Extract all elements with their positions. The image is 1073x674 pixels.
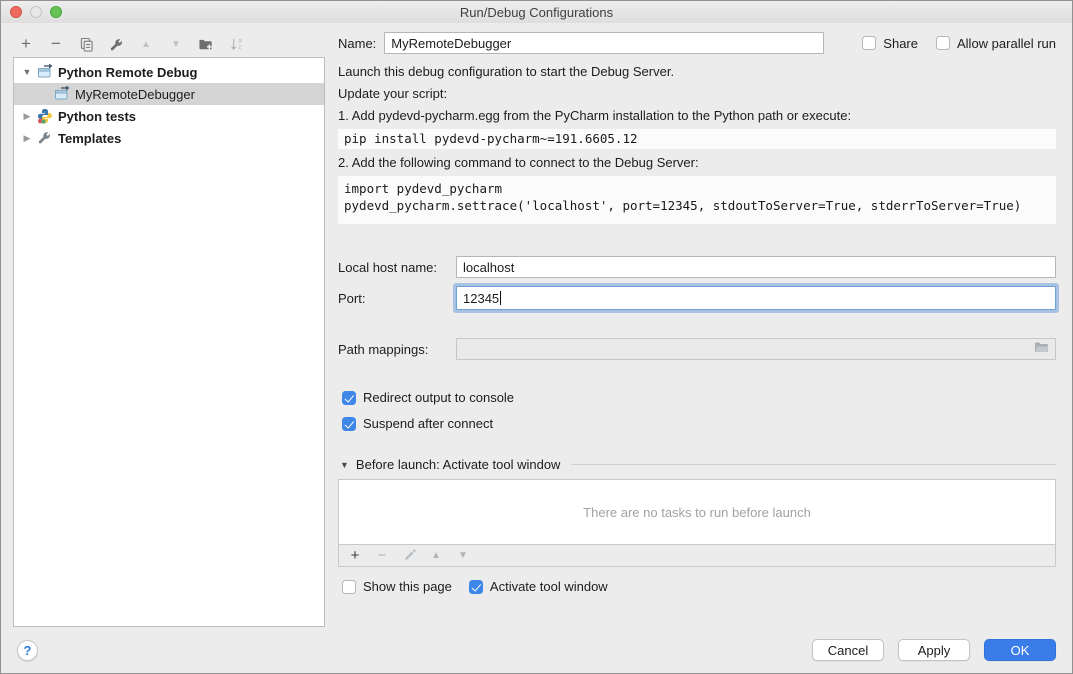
python-tests-icon (37, 108, 53, 124)
tree-item-label: Templates (58, 131, 121, 146)
port-input[interactable]: 12345 (456, 286, 1056, 310)
share-options: Share Allow parallel run (862, 36, 1056, 51)
remote-debug-icon (37, 64, 53, 80)
move-down-icon: ▼ (168, 36, 184, 52)
edit-templates-icon[interactable] (108, 36, 124, 52)
activate-tool-window-checkbox[interactable] (469, 580, 483, 594)
remove-icon[interactable]: − (48, 36, 64, 52)
move-task-down-icon: ▼ (456, 549, 470, 563)
intro-text-1: Launch this debug configuration to start… (338, 61, 1056, 83)
tree-item-python-remote-debug[interactable]: ▼ Python Remote Debug (14, 61, 324, 83)
remote-debug-icon (54, 86, 70, 102)
redirect-output-label: Redirect output to console (363, 390, 514, 405)
text-caret (500, 291, 501, 305)
no-tasks-message: There are no tasks to run before launch (583, 505, 811, 520)
tree-item-templates[interactable]: ▶ Templates (14, 127, 324, 149)
share-checkbox[interactable] (862, 36, 876, 50)
dialog-footer: ? Cancel Apply OK (1, 627, 1072, 673)
expanded-arrow-icon[interactable]: ▼ (22, 67, 32, 77)
apply-button[interactable]: Apply (898, 639, 970, 661)
step-2-text: 2. Add the following command to connect … (338, 153, 1056, 173)
edit-task-icon (402, 549, 416, 563)
step-1-text: 1. Add pydevd-pycharm.egg from the PyCha… (338, 105, 1056, 127)
tree-item-label: Python Remote Debug (58, 65, 197, 80)
share-label: Share (883, 36, 918, 51)
svg-text:z: z (238, 44, 241, 51)
cancel-button[interactable]: Cancel (812, 639, 884, 661)
collapsed-arrow-icon[interactable]: ▶ (22, 133, 32, 144)
before-launch-label: Before launch: Activate tool window (356, 457, 561, 472)
suspend-after-connect-option[interactable]: Suspend after connect (342, 416, 493, 431)
port-label: Port: (338, 291, 456, 306)
remove-task-icon: − (375, 549, 389, 563)
tree-item-label: Python tests (58, 109, 136, 124)
path-mappings-input[interactable] (456, 338, 1056, 360)
name-label: Name: (338, 36, 376, 51)
title-bar: Run/Debug Configurations (1, 1, 1072, 23)
footer-buttons: Cancel Apply OK (812, 639, 1056, 661)
configurations-tree: ▼ Python Remote Debug (13, 57, 325, 627)
window-title: Run/Debug Configurations (1, 5, 1072, 20)
tree-item-label: MyRemoteDebugger (75, 87, 195, 102)
help-button[interactable]: ? (17, 640, 38, 661)
local-host-input[interactable] (456, 256, 1056, 278)
traffic-lights (1, 6, 62, 18)
path-mappings-row: Path mappings: (338, 338, 1056, 360)
page-options-row: Show this page Activate tool window (338, 579, 1056, 594)
close-window-button[interactable] (10, 6, 22, 18)
run-debug-configurations-dialog: Run/Debug Configurations + − (0, 0, 1073, 674)
configuration-form: Name: Share Allow parallel run Launch th… (338, 23, 1072, 627)
before-launch-header[interactable]: ▼ Before launch: Activate tool window (338, 457, 1056, 472)
tree-item-python-tests[interactable]: ▶ Python tests (14, 105, 324, 127)
tree-item-myremotedebugger[interactable]: MyRemoteDebugger (14, 83, 324, 105)
port-value: 12345 (463, 291, 499, 306)
local-host-label: Local host name: (338, 260, 456, 275)
show-this-page-checkbox[interactable] (342, 580, 356, 594)
minimize-window-button (30, 6, 42, 18)
configurations-toolbar: + − ▲ ▼ (13, 31, 325, 57)
path-mappings-label: Path mappings: (338, 342, 456, 357)
section-divider (571, 464, 1056, 465)
allow-parallel-run-label: Allow parallel run (957, 36, 1056, 51)
tasks-toolbar: + − ▲ ▼ (338, 545, 1056, 567)
redirect-output-row: Redirect output to console (338, 390, 1056, 405)
activate-tool-window-label: Activate tool window (490, 579, 608, 594)
settrace-code: import pydevd_pycharm pydevd_pycharm.sett… (338, 176, 1056, 224)
name-row: Name: Share Allow parallel run (338, 31, 1056, 55)
suspend-after-connect-row: Suspend after connect (338, 416, 1056, 431)
wrench-icon (37, 130, 53, 146)
activate-tool-window-option[interactable]: Activate tool window (469, 579, 608, 594)
redirect-output-checkbox[interactable] (342, 391, 356, 405)
configurations-sidebar: + − ▲ ▼ (1, 23, 338, 627)
settrace-code-line-2: pydevd_pycharm.settrace('localhost', por… (344, 198, 1021, 213)
intro-text-2: Update your script: (338, 83, 1056, 105)
name-input[interactable] (384, 32, 824, 54)
move-task-up-icon: ▲ (429, 549, 443, 563)
allow-parallel-run-checkbox[interactable] (936, 36, 950, 50)
share-option[interactable]: Share (862, 36, 918, 51)
zoom-window-button[interactable] (50, 6, 62, 18)
ok-button[interactable]: OK (984, 639, 1056, 661)
add-icon[interactable]: + (18, 36, 34, 52)
allow-parallel-run-option[interactable]: Allow parallel run (936, 36, 1056, 51)
suspend-after-connect-checkbox[interactable] (342, 417, 356, 431)
local-host-row: Local host name: (338, 256, 1056, 278)
pip-install-code: pip install pydevd-pycharm~=191.6605.12 (338, 129, 1056, 149)
before-launch-tasks-list[interactable]: There are no tasks to run before launch (338, 479, 1056, 545)
new-folder-icon[interactable] (198, 36, 214, 52)
move-up-icon: ▲ (138, 36, 154, 52)
collapsed-arrow-icon[interactable]: ▶ (22, 111, 32, 122)
sort-alphabetically-icon: a z (228, 36, 244, 52)
add-task-icon[interactable]: + (348, 549, 362, 563)
dialog-content: + − ▲ ▼ (1, 23, 1072, 627)
port-row: Port: 12345 (338, 286, 1056, 310)
redirect-output-option[interactable]: Redirect output to console (342, 390, 514, 405)
show-this-page-label: Show this page (363, 579, 452, 594)
suspend-after-connect-label: Suspend after connect (363, 416, 493, 431)
show-this-page-option[interactable]: Show this page (342, 579, 452, 594)
settrace-code-line-1: import pydevd_pycharm (344, 181, 502, 196)
copy-icon[interactable] (78, 36, 94, 52)
browse-folder-icon[interactable] (1034, 341, 1050, 357)
collapse-section-icon[interactable]: ▼ (340, 460, 349, 470)
